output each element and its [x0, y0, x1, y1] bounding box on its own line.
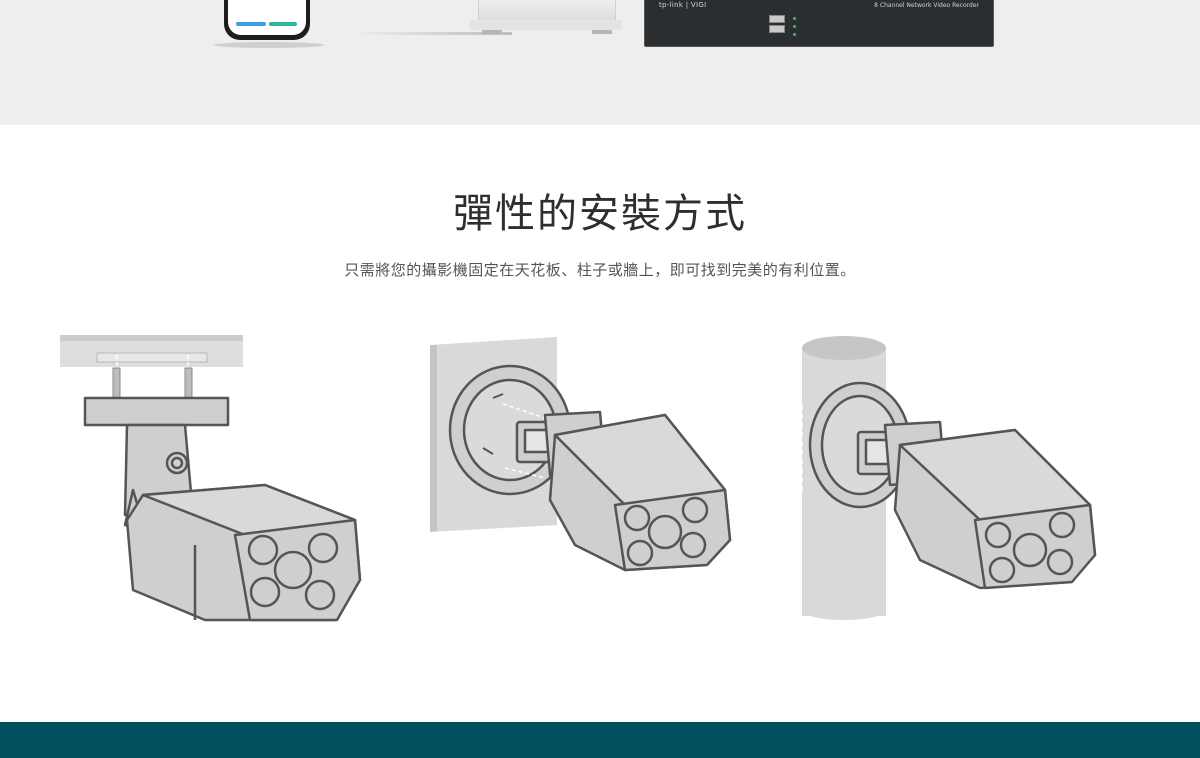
switch-foot-left [482, 30, 502, 34]
nvr-device-image: tp-link | VIGI 8 Channel Network Video R… [644, 0, 994, 47]
usb-port-icon [769, 15, 785, 23]
smartphone-image [224, 0, 310, 40]
app-chip-green [269, 22, 297, 26]
switch-device-image [478, 0, 616, 22]
app-chip-blue [236, 22, 266, 26]
nvr-brand-logo: tp-link | VIGI [659, 1, 707, 9]
section-title: 彈性的安裝方式 [453, 191, 747, 237]
ceiling-mount-camera-icon [60, 335, 362, 622]
usb-port-icon [769, 25, 785, 33]
smartphone-screen [228, 0, 306, 35]
status-led-icon [793, 25, 796, 28]
wall-mount-camera-icon [430, 337, 732, 572]
phone-shadow [214, 42, 324, 48]
switch-foot-right [592, 30, 612, 34]
hero-product-banner: tp-link | VIGI 8 Channel Network Video R… [0, 0, 1200, 125]
nvr-model-label: 8 Channel Network Video Recorder [874, 2, 979, 9]
status-led-icon [793, 17, 796, 20]
status-led-icon [793, 33, 796, 36]
footer-band [0, 722, 1200, 758]
pole-mount-camera-icon [801, 336, 1097, 620]
switch-device-base [470, 20, 622, 30]
section-subtitle: 只需將您的攝影機固定在天花板、柱子或牆上，即可找到完美的有利位置。 [344, 261, 856, 279]
